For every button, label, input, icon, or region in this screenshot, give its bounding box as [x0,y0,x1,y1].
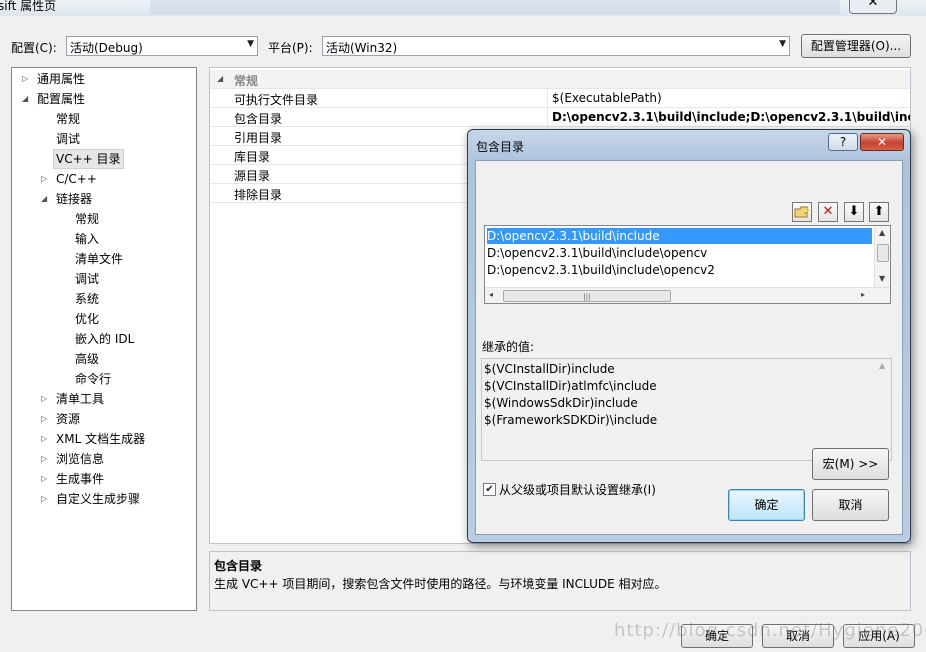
tree-item-resources[interactable]: ▷ 资源 [41,410,80,428]
grid-row-include-dirs[interactable]: 包含目录 D:\opencv2.3.1\build\include;D:\ope… [210,108,910,127]
macros-button[interactable]: 宏(M) >> [812,448,889,480]
checkmark-icon: ✔ [485,484,494,495]
dialog-content: ✕ ⬇ ⬆ D:\opencv2.3.1\build\include D:\op… [475,160,903,535]
dialog-ok-button[interactable]: 确定 [728,489,805,521]
chevron-down-icon: ▼ [247,39,254,49]
config-manager-button[interactable]: 配置管理器(O)... [801,34,911,58]
collapse-icon[interactable]: ◢ [41,190,51,208]
collapse-icon[interactable]: ◢ [217,74,227,83]
tree-item-linker-command-line[interactable]: 命令行 [75,370,111,388]
scroll-up-icon: ▲ [879,361,886,370]
list-item-selected[interactable]: D:\opencv2.3.1\build\include [487,228,872,244]
description-pane: 包含目录 生成 VC++ 项目期间，搜索包含文件时使用的路径。与环境变量 INC… [209,551,911,611]
horizontal-scrollbar[interactable]: ◂ ||| ▸ [485,287,890,303]
tree-item-general[interactable]: 常规 [56,110,80,128]
dialog-help-button[interactable]: ? [828,133,858,151]
tree-item-config-properties[interactable]: ◢ 配置属性 [22,90,85,108]
platform-label: 平台(P): [268,41,313,55]
chevron-down-icon: ▼ [779,39,786,49]
tree-item-linker-debugging[interactable]: 调试 [75,270,99,288]
tree-item-linker-optimization[interactable]: 优化 [75,310,99,328]
grid-row-executable-dirs[interactable]: 可执行文件目录 $(ExecutablePath) [210,89,910,108]
inherit-checkbox-label[interactable]: 从父级或项目默认设置继承(I) [499,481,656,498]
expand-icon[interactable]: ▷ [41,430,51,448]
list-item[interactable]: D:\opencv2.3.1\build\include\opencv2 [487,262,715,278]
expand-icon[interactable]: ▷ [41,450,51,468]
new-folder-icon [794,205,810,218]
platform-select[interactable]: 活动(Win32) ▼ [322,36,790,56]
tree-item-linker-general[interactable]: 常规 [75,210,99,228]
vertical-scrollbar: ▲ ▼ [875,359,891,460]
platform-select-value: 活动(Win32) [326,41,398,55]
config-select-value: 活动(Debug) [70,41,143,55]
window-title: sift 属性页 [0,0,57,13]
inherited-values-list: $(VCInstallDir)include $(VCInstallDir)at… [481,358,892,461]
close-icon: ✕ [876,135,888,149]
dialog-title: 包含目录 [476,140,525,154]
watermark: http://blog.csdn.net/Hygiene2005 [614,620,926,641]
expand-icon[interactable]: ▷ [41,470,51,488]
list-item: $(VCInstallDir)include [484,362,615,376]
tree-item-linker[interactable]: ◢ 链接器 [41,190,92,208]
close-icon: ✕ [867,0,879,10]
collapse-icon[interactable]: ◢ [22,90,32,108]
expand-icon[interactable]: ▷ [41,170,51,188]
tree-item-vc-directories[interactable]: VC++ 目录 [53,149,124,169]
list-item: $(WindowsSdkDir)include [484,396,638,410]
tree-item-linker-advanced[interactable]: 高级 [75,350,99,368]
scroll-down-icon[interactable]: ▼ [879,274,885,283]
scrollbar-thumb[interactable]: ||| [503,290,671,302]
delete-icon: ✕ [822,204,834,219]
inherited-values-label: 继承的值: [482,340,535,354]
list-item[interactable]: D:\opencv2.3.1\build\include\opencv [487,245,707,261]
include-dirs-list[interactable]: D:\opencv2.3.1\build\include D:\opencv2.… [484,225,891,304]
expand-icon[interactable]: ▷ [41,490,51,508]
grid-category-general[interactable]: ◢ 常规 [210,70,910,89]
description-title: 包含目录 [214,559,263,573]
tree-item-browse-info[interactable]: ▷ 浏览信息 [41,450,104,468]
tree-item-custom-build-step[interactable]: ▷ 自定义生成步骤 [41,490,140,508]
dialog-spacer [482,309,894,339]
expand-icon[interactable]: ▷ [22,70,32,88]
include-dirs-dialog[interactable]: 包含目录 ? ✕ ✕ ⬇ ⬆ D:\opencv2.3.1\build\incl… [467,129,911,543]
expand-icon[interactable]: ▷ [41,410,51,428]
scroll-left-icon[interactable]: ◂ [489,290,493,299]
move-down-button[interactable]: ⬇ [844,202,864,222]
dialog-close-button[interactable]: ✕ [860,133,904,151]
dialog-cancel-button[interactable]: 取消 [812,489,889,521]
tree-item-linker-manifest[interactable]: 清单文件 [75,250,123,268]
scrollbar-thumb[interactable] [877,244,889,262]
config-label: 配置(C): [11,41,57,55]
new-line-button[interactable] [792,202,812,222]
config-select[interactable]: 活动(Debug) ▼ [66,36,258,56]
help-icon: ? [839,135,847,149]
tree-item-c-cpp[interactable]: ▷ C/C++ [41,170,97,188]
list-item: $(FrameworkSDKDir)\include [484,413,658,427]
tree-item-build-events[interactable]: ▷ 生成事件 [41,470,104,488]
tree-item-xml-doc-generator[interactable]: ▷ XML 文档生成器 [41,430,145,448]
inherit-checkbox[interactable]: ✔ [483,483,496,496]
scroll-up-icon[interactable]: ▲ [879,228,885,237]
list-item: $(VCInstallDir)atlmfc\include [484,379,657,393]
property-tree[interactable]: ▷ 通用属性 ◢ 配置属性 常规 调试 VC++ 目录 ▷ C/C++ ◢ 链接… [11,67,197,611]
tree-item-manifest-tool[interactable]: ▷ 清单工具 [41,390,104,408]
vertical-scrollbar[interactable]: ▲ ▼ [874,226,890,287]
description-text: 生成 VC++ 项目期间，搜索包含文件时使用的路径。与环境变量 INCLUDE … [214,577,667,591]
arrow-up-icon: ⬆ [873,204,885,219]
tree-item-linker-system[interactable]: 系统 [75,290,99,308]
tree-item-linker-embedded-idl[interactable]: 嵌入的 IDL [75,330,134,348]
window-close-button[interactable]: ✕ [849,0,897,14]
move-up-button[interactable]: ⬆ [869,202,889,222]
tree-item-linker-input[interactable]: 输入 [75,230,99,248]
arrow-down-icon: ⬇ [848,204,860,219]
tree-item-common-properties[interactable]: ▷ 通用属性 [22,70,85,88]
scroll-right-icon[interactable]: ▸ [861,290,865,299]
expand-icon[interactable]: ▷ [41,390,51,408]
tree-item-debugging[interactable]: 调试 [56,130,80,148]
titlebar-background [150,0,840,14]
grid-category-label: 常规 [234,74,259,88]
delete-line-button[interactable]: ✕ [818,202,838,222]
